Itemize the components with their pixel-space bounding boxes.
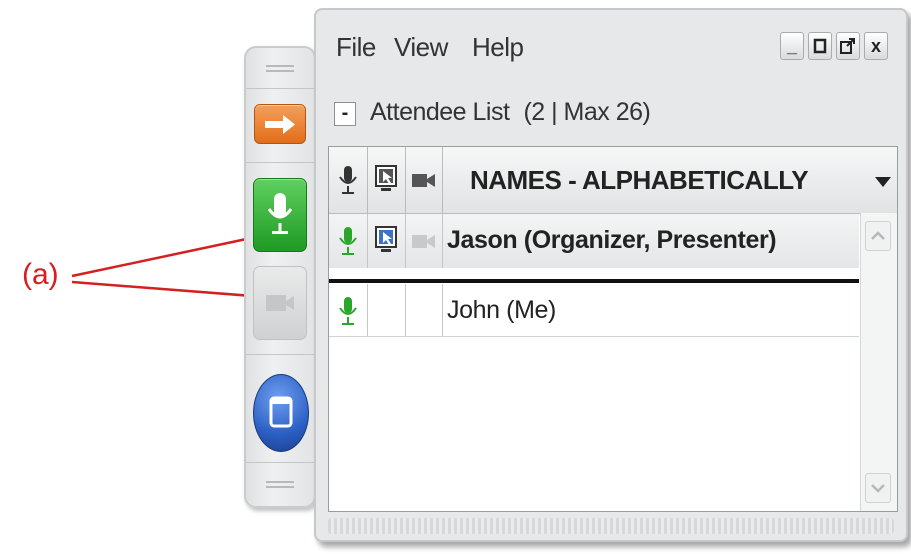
chevron-down-icon [871,484,885,493]
window-icon [269,396,293,428]
grip-icon[interactable] [266,62,294,76]
list-header-row: NAMES - ALPHABETICALLY [329,147,897,214]
restore-button[interactable] [808,32,832,60]
menu-view[interactable]: View [394,32,448,63]
attendee-name: Jason (Organizer, Presenter) [447,226,777,254]
vertical-scrollbar[interactable] [860,213,897,511]
microphone-icon [267,193,293,234]
attendee-list: NAMES - ALPHABETICALLY Jason (Organizer, [328,146,898,512]
names-sort-header[interactable]: NAMES - ALPHABETICALLY [444,165,834,196]
grip-icon[interactable] [266,478,294,492]
row-divider [329,279,859,283]
attendee-count: (2 | Max 26) [523,98,651,126]
menu-help[interactable]: Help [472,32,524,63]
chevron-down-icon[interactable] [875,177,891,187]
exit-arrow-icon [265,115,295,134]
screen-share-icon[interactable] [373,163,401,197]
resize-grip[interactable] [328,518,894,534]
camera-button[interactable] [253,266,307,340]
list-item[interactable]: John (Me) [329,284,859,337]
screen-share-icon [375,226,397,252]
camera-icon [412,235,435,248]
chevron-up-icon [871,231,885,240]
microphone-column-icon[interactable] [335,163,361,197]
microphone-icon [339,297,357,325]
microphone-button[interactable] [253,178,307,252]
menu-bar: File View Help _ x [316,10,906,80]
meeting-control-bar [244,46,316,508]
minimize-button[interactable]: _ [780,32,804,60]
restore-icon [813,38,827,54]
attendee-list-title: Attendee List (2 | Max 26) [370,98,651,127]
attendee-title-text: Attendee List [370,98,510,126]
scroll-down-button[interactable] [865,473,891,503]
leave-meeting-button[interactable] [254,104,306,144]
close-button[interactable]: x [864,32,888,60]
popout-button[interactable] [836,32,860,60]
window-mode-button[interactable] [253,374,309,452]
list-item[interactable]: Jason (Organizer, Presenter) [329,214,859,268]
attendee-panel: File View Help _ x - Attendee List (2 | M… [314,8,908,542]
attendee-name: John (Me) [447,296,556,324]
microphone-icon [339,227,357,255]
camera-column-icon[interactable] [409,169,439,191]
popout-icon [840,38,855,54]
collapse-toggle[interactable]: - [334,102,356,126]
scroll-up-button[interactable] [865,221,891,251]
camera-icon [266,295,294,311]
menu-file[interactable]: File [336,32,376,63]
